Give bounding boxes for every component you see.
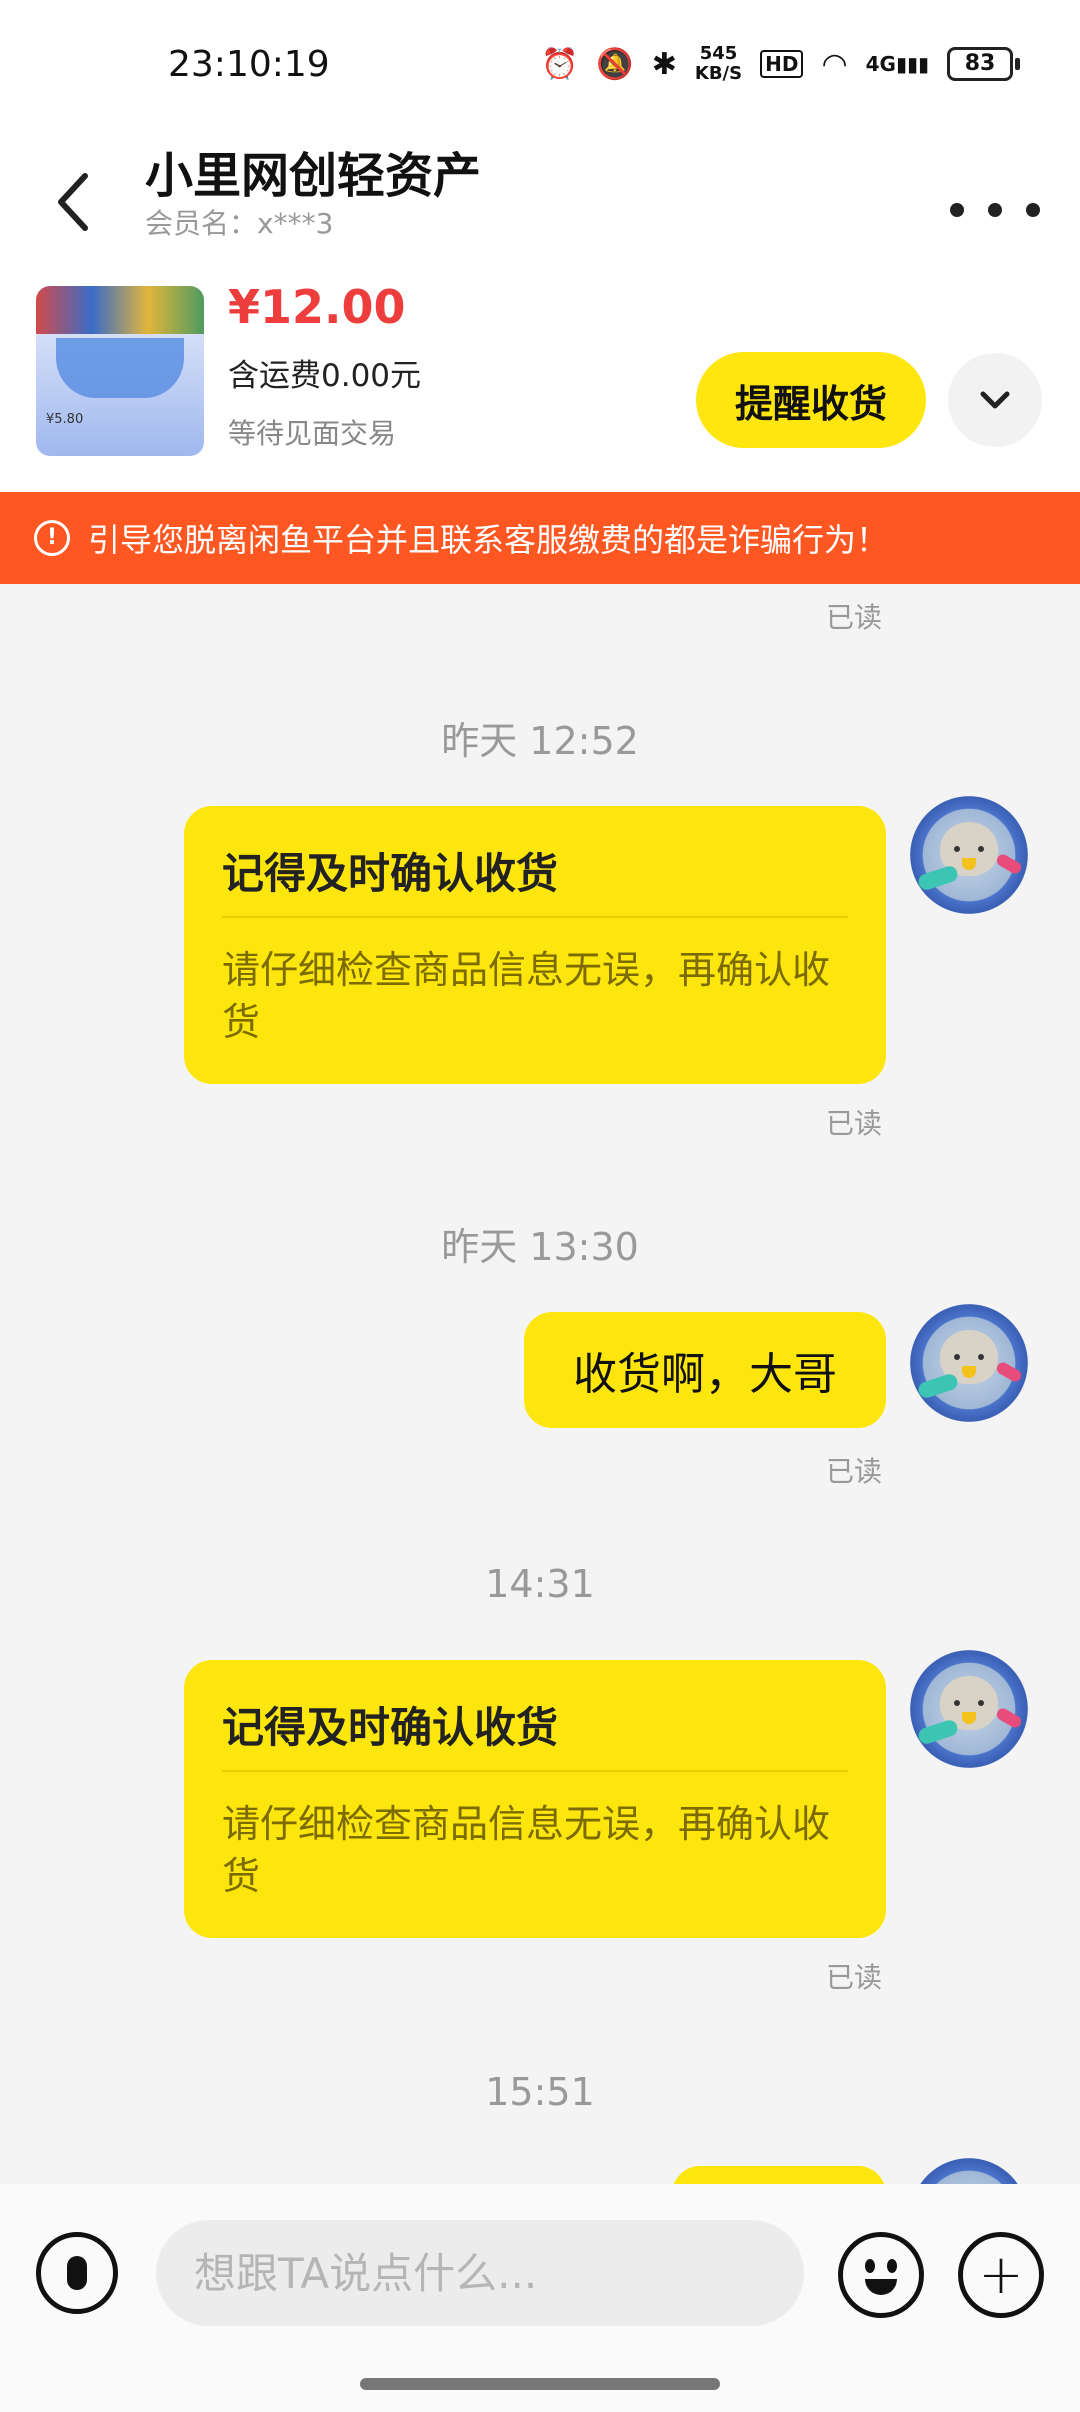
read-status: 已读	[826, 1107, 883, 1140]
status-icons: ⏰ 🔕 ✱ 545 KB/S HD ◠ 4G▮▮▮ 83	[541, 44, 1020, 84]
shipping-fee: 含运费0.00元	[228, 358, 422, 394]
back-button[interactable]	[38, 152, 108, 252]
product-thumbnail[interactable]: ¥5.80	[36, 286, 204, 456]
avatar-icon[interactable]	[910, 2158, 1028, 2184]
warning-text: 引导您脱离闲鱼平台并且联系客服缴费的都是诈骗行为！	[88, 521, 889, 559]
read-status: 已读	[826, 1455, 883, 1488]
card-title: 记得及时确认收货	[222, 1703, 559, 1752]
emoji-button[interactable]	[838, 2232, 924, 2318]
mic-icon	[67, 2256, 87, 2290]
status-bar: 23:10:19 ⏰ 🔕 ✱ 545 KB/S HD ◠ 4G▮▮▮ 83	[0, 0, 1080, 130]
hd-icon: HD	[760, 50, 804, 78]
back-arrow-icon	[58, 173, 88, 231]
avatar-icon[interactable]	[910, 1304, 1028, 1422]
plus-icon: +	[978, 2243, 1024, 2306]
fraud-warning-banner: ! 引导您脱离闲鱼平台并且联系客服缴费的都是诈骗行为！	[0, 492, 1080, 584]
card-title: 记得及时确认收货	[222, 849, 559, 898]
message-card[interactable]: 记得及时确认收货 请仔细检查商品信息无误，再确认收货	[184, 806, 886, 1084]
mute-icon: 🔕	[596, 46, 634, 82]
product-price: ¥12.00	[228, 280, 406, 334]
warning-icon: !	[34, 520, 70, 556]
message-input[interactable]	[156, 2220, 804, 2326]
chevron-down-icon	[980, 391, 1010, 409]
alarm-icon: ⏰	[541, 46, 579, 82]
card-body: 请仔细检查商品信息无误，再确认收货	[222, 1802, 831, 1898]
chat-area[interactable]: 已读 昨天 12:52 记得及时确认收货 请仔细检查商品信息无误，再确认收货 已…	[0, 584, 1080, 2184]
signal-icon: 4G▮▮▮	[865, 52, 929, 76]
trade-status: 等待见面交易	[228, 417, 397, 450]
avatar-icon[interactable]	[910, 1650, 1028, 1768]
page-title: 小里网创轻资产	[145, 148, 482, 204]
timestamp: 昨天 12:52	[441, 719, 639, 763]
timestamp: 14:31	[485, 1562, 595, 1606]
timestamp: 15:51	[485, 2070, 595, 2114]
message-bubble[interactable]: 收货啊，大哥	[524, 1312, 886, 1428]
home-indicator[interactable]	[360, 2378, 720, 2390]
avatar-icon[interactable]	[910, 796, 1028, 914]
more-button[interactable]	[950, 175, 1040, 245]
more-icon	[950, 203, 964, 217]
read-status: 已读	[826, 1961, 883, 1994]
read-status: 已读	[826, 601, 883, 634]
remind-receipt-button[interactable]: 提醒收货	[696, 352, 926, 448]
plus-button[interactable]: +	[958, 2232, 1044, 2318]
bluetooth-icon: ✱	[651, 46, 677, 82]
message-bubble-partial[interactable]	[672, 2166, 886, 2184]
wifi-icon: ◠	[821, 46, 848, 82]
status-time: 23:10:19	[168, 44, 330, 85]
thumb-tag: ¥5.80	[46, 412, 84, 427]
timestamp: 昨天 13:30	[441, 1225, 639, 1269]
member-name: 会员名：x***3	[145, 207, 334, 240]
expand-button[interactable]	[948, 353, 1042, 447]
card-body: 请仔细检查商品信息无误，再确认收货	[222, 948, 831, 1044]
message-card[interactable]: 记得及时确认收货 请仔细检查商品信息无误，再确认收货	[184, 1660, 886, 1938]
battery-icon: 83	[947, 47, 1020, 81]
product-bar[interactable]: ¥5.80 ¥12.00 含运费0.00元 等待见面交易 提醒收货	[0, 270, 1080, 492]
voice-button[interactable]	[36, 2232, 118, 2314]
network-speed: 545 KB/S	[694, 43, 743, 84]
